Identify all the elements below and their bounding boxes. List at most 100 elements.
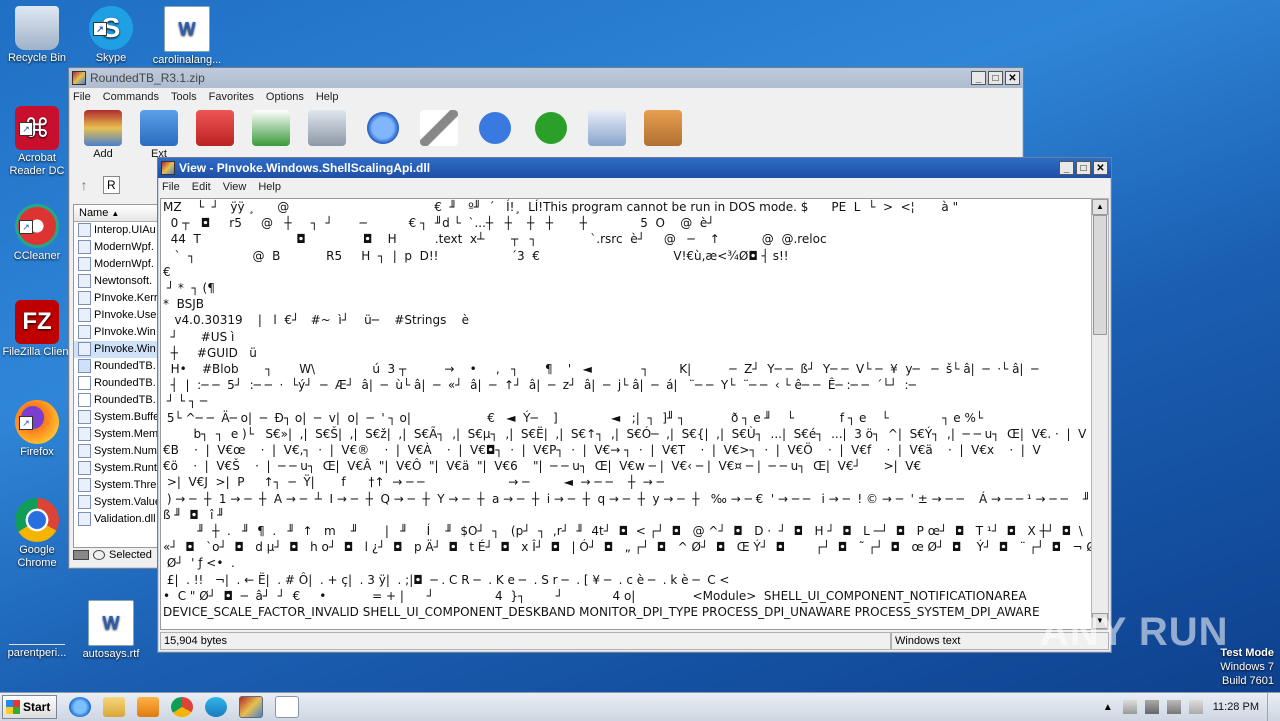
list-item[interactable]: PInvoke.Use — [74, 307, 158, 324]
view-button[interactable] — [243, 110, 299, 148]
dll-file-icon — [78, 240, 91, 255]
binary-text-view[interactable]: MZ └ ┘ ÿÿ ¸ @ € ╜ º╜ ´ Í!¸ LÍ!This progr… — [160, 198, 1093, 630]
desktop-icon-label: Google Chrome — [17, 544, 57, 569]
viewer-taskbar-icon[interactable] — [275, 696, 300, 718]
up-arrow-icon[interactable]: ↑ — [73, 177, 95, 193]
find-button[interactable] — [355, 110, 411, 148]
scroll-up-arrow-icon[interactable]: ▲ — [1092, 199, 1108, 215]
list-item[interactable]: Interop.UIAu — [74, 222, 158, 239]
dll-file-icon — [78, 342, 91, 357]
comment-button[interactable] — [579, 110, 635, 148]
edge-icon[interactable] — [205, 697, 228, 717]
list-item[interactable]: ModernWpf. — [74, 256, 158, 273]
menu-options[interactable]: Options — [266, 91, 304, 103]
sfx-button[interactable] — [635, 110, 691, 148]
notification-icon[interactable] — [1188, 700, 1203, 714]
desktop-icon-ccleaner[interactable]: ↗ CCleaner — [0, 204, 74, 263]
list-item-label: RoundedTB. — [94, 394, 156, 406]
list-item[interactable]: System.Num — [74, 443, 158, 460]
menu-favorites[interactable]: Favorites — [209, 91, 254, 103]
menu-view[interactable]: View — [223, 181, 247, 193]
list-item[interactable]: System.Buffe — [74, 409, 158, 426]
list-item[interactable]: System.Mem — [74, 426, 158, 443]
virusscan-button[interactable] — [523, 110, 579, 148]
list-item[interactable]: Newtonsoft. — [74, 273, 158, 290]
menu-help[interactable]: Help — [258, 181, 281, 193]
minimize-button[interactable]: _ — [1059, 161, 1074, 175]
extract-button[interactable]: Ext — [131, 110, 187, 160]
list-item[interactable]: PInvoke.Kerr — [74, 290, 158, 307]
add-button[interactable]: Add — [75, 110, 131, 160]
text-line: 5└ ^─ ─ Ä─ o| ─ Ð┐ o| ─ v| o| ─ ' ┐ o| €… — [163, 410, 984, 425]
winrar-taskbar-icon[interactable] — [239, 696, 264, 718]
menu-commands[interactable]: Commands — [103, 91, 159, 103]
magic-wand-icon — [420, 110, 458, 146]
desktop-icon-filezilla[interactable]: FZ FileZilla Client — [0, 300, 74, 359]
menu-edit[interactable]: Edit — [192, 181, 211, 193]
network-icon[interactable] — [1144, 700, 1159, 714]
file-size: 15,904 bytes — [160, 632, 891, 650]
list-item[interactable]: RoundedTB. — [74, 358, 158, 375]
text-line: b┐ ┐ e )└ S€»| ,| S€Š| ,| S€ž| ,| S€Ã┐ ,… — [163, 426, 1087, 441]
list-item[interactable]: System.Value — [74, 494, 158, 511]
desktop-icon-autosays[interactable]: W autosays.rtf — [74, 600, 148, 661]
viewer-title-bar[interactable]: View - PInvoke.Windows.ShellScalingApi.d… — [158, 158, 1111, 178]
package-icon — [644, 110, 682, 146]
text-line: «┘ ◘ `o┘ ◘ d µ┘ ◘ h o┘ ◘ l ¿┘ ◘ p Ä┘ ◘ t… — [163, 540, 1093, 555]
text-line: € — [163, 264, 171, 279]
list-item[interactable]: RoundedTB. — [74, 392, 158, 409]
clock[interactable]: 11:28 PM — [1213, 701, 1259, 713]
menu-help[interactable]: Help — [316, 91, 339, 103]
desktop-icon-skype[interactable]: S ↗ Skype — [74, 6, 148, 65]
media-player-icon[interactable] — [137, 697, 160, 717]
maximize-button[interactable]: □ — [1076, 161, 1091, 175]
scroll-thumb[interactable] — [1093, 215, 1107, 335]
system-tray: ▲ 11:28 PM — [1097, 693, 1280, 721]
list-item[interactable]: Validation.dll — [74, 511, 158, 528]
os-name-label: Windows 7 — [1220, 661, 1274, 673]
windows-logo-icon — [6, 700, 20, 714]
menu-file[interactable]: File — [73, 91, 91, 103]
desktop-icon-parentperi[interactable]: parentperi... — [0, 600, 74, 660]
column-header-name[interactable]: Name ▲ — [74, 205, 158, 222]
vertical-scrollbar[interactable]: ▲ ▼ — [1091, 198, 1109, 630]
list-item-label: PInvoke.Win — [94, 343, 156, 355]
desktop-icon-label: FileZilla Client — [2, 346, 72, 358]
list-item[interactable]: ModernWpf. — [74, 239, 158, 256]
menu-tools[interactable]: Tools — [171, 91, 197, 103]
info-button[interactable] — [467, 110, 523, 148]
chrome-taskbar-icon[interactable] — [171, 697, 194, 717]
test-button[interactable] — [187, 110, 243, 148]
desktop-icon-firefox[interactable]: ↗ Firefox — [0, 400, 74, 459]
show-hidden-icons-icon[interactable]: ▲ — [1103, 702, 1113, 713]
volume-icon[interactable] — [1166, 700, 1181, 714]
internet-explorer-icon[interactable] — [69, 697, 92, 717]
path-field[interactable]: R — [103, 176, 120, 194]
desktop-icon-word-doc[interactable]: W carolinalang... — [150, 6, 224, 67]
desktop-icon-acrobat[interactable]: ⌘ ↗ Acrobat Reader DC — [0, 106, 74, 178]
minimize-button[interactable]: _ — [971, 71, 986, 85]
action-center-flag-icon[interactable] — [1122, 700, 1137, 714]
blank-file-icon — [9, 600, 65, 645]
desktop-icon-recycle-bin[interactable]: Recycle Bin — [0, 6, 74, 65]
desktop-icon-chrome[interactable]: Google Chrome — [0, 498, 74, 570]
wizard-button[interactable] — [411, 110, 467, 148]
close-button[interactable]: ✕ — [1005, 71, 1020, 85]
menu-file[interactable]: File — [162, 181, 180, 193]
list-item[interactable]: System.Runt — [74, 460, 158, 477]
list-item-selected[interactable]: PInvoke.Win — [74, 341, 158, 358]
dll-file-icon — [78, 308, 91, 323]
maximize-button[interactable]: □ — [988, 71, 1003, 85]
winrar-title-bar[interactable]: RoundedTB_R3.1.zip _ □ ✕ — [69, 68, 1023, 88]
list-item[interactable]: System.Thre — [74, 477, 158, 494]
comment-icon — [588, 110, 626, 146]
viewer-status-bar: 15,904 bytes Windows text — [160, 632, 1109, 650]
desktop-icon-label: CCleaner — [13, 250, 61, 262]
list-item[interactable]: PInvoke.Win — [74, 324, 158, 341]
delete-button[interactable] — [299, 110, 355, 148]
show-desktop-button[interactable] — [1267, 693, 1280, 721]
close-button[interactable]: ✕ — [1093, 161, 1108, 175]
list-item[interactable]: RoundedTB. — [74, 375, 158, 392]
explorer-folder-icon[interactable] — [103, 697, 126, 717]
start-button[interactable]: Start — [2, 695, 58, 719]
